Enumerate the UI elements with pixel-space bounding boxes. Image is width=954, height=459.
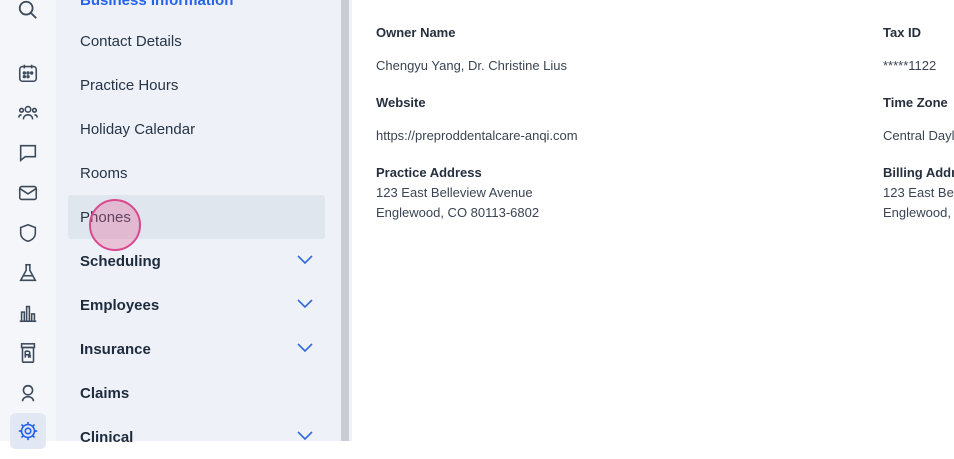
- subnav-item-label: Holiday Calendar: [80, 120, 196, 138]
- subnav-section-label: Scheduling: [80, 252, 161, 270]
- owner-name-label: Owner Name: [376, 25, 456, 40]
- owner-name-value: Chengyu Yang, Dr. Christine Lius: [376, 58, 568, 73]
- subnav-item-rooms[interactable]: Rooms: [68, 151, 325, 195]
- chevron-down-icon: [297, 299, 313, 309]
- tax-id-label: Tax ID: [883, 25, 922, 40]
- practice-address-line2: Englewood, CO 80113-6802: [376, 205, 540, 220]
- reports-chart-icon[interactable]: [10, 295, 46, 331]
- billing-address-label: Billing Addre: [883, 165, 954, 180]
- subnav-section-label: Claims: [80, 384, 130, 402]
- chevron-down-icon: [297, 343, 313, 353]
- subnav-section-claims[interactable]: Claims: [68, 371, 325, 415]
- website-label: Website: [376, 95, 426, 110]
- shield-icon[interactable]: [10, 215, 46, 251]
- chat-icon[interactable]: [10, 135, 46, 171]
- subnav-item-holiday-calendar[interactable]: Holiday Calendar: [68, 107, 325, 151]
- subnav-section-insurance[interactable]: Insurance: [68, 327, 325, 371]
- subnav-section-label: Insurance: [80, 340, 151, 358]
- chevron-down-icon: [297, 431, 313, 441]
- icon-rail: [0, 0, 56, 449]
- subnav-scrollbar[interactable]: [341, 0, 349, 441]
- subnav-item-practice-hours[interactable]: Practice Hours: [68, 63, 325, 107]
- subnav-section-clinical[interactable]: Clinical: [68, 415, 325, 459]
- dentist-icon[interactable]: [10, 375, 46, 411]
- subnav-item-label: Contact Details: [80, 32, 182, 50]
- prescription-icon[interactable]: [10, 335, 46, 371]
- settings-gear-icon[interactable]: [10, 413, 46, 449]
- subnav-item-label: Business Information: [80, 0, 234, 9]
- schedule-icon[interactable]: [10, 55, 46, 91]
- search-icon[interactable]: [10, 0, 46, 28]
- time-zone-label: Time Zone: [883, 95, 948, 110]
- business-info-panel: Owner Name Chengyu Yang, Dr. Christine L…: [352, 0, 954, 441]
- lab-flask-icon[interactable]: [10, 255, 46, 291]
- mail-icon[interactable]: [10, 175, 46, 211]
- website-value: https://preproddentalcare-anqi.com: [376, 128, 578, 143]
- subnav-section-label: Clinical: [80, 428, 134, 446]
- subnav-item-contact-details[interactable]: Contact Details: [68, 19, 325, 63]
- subnav-section-employees[interactable]: Employees: [68, 283, 325, 327]
- subnav-item-label: Rooms: [80, 164, 128, 182]
- chevron-down-icon: [297, 255, 313, 265]
- subnav-section-label: Employees: [80, 296, 160, 314]
- tax-id-value: *****1122: [883, 58, 937, 73]
- billing-address-line2: Englewood, C: [883, 205, 954, 220]
- practice-address-label: Practice Address: [376, 165, 482, 180]
- time-zone-value: Central Dayli: [883, 128, 954, 143]
- billing-address-line1: 123 East Bell: [883, 185, 954, 200]
- practice-address-line1: 123 East Belleview Avenue: [376, 185, 533, 200]
- click-indicator: [89, 199, 141, 251]
- subnav-item-label: Practice Hours: [80, 76, 179, 94]
- patients-icon[interactable]: [10, 95, 46, 131]
